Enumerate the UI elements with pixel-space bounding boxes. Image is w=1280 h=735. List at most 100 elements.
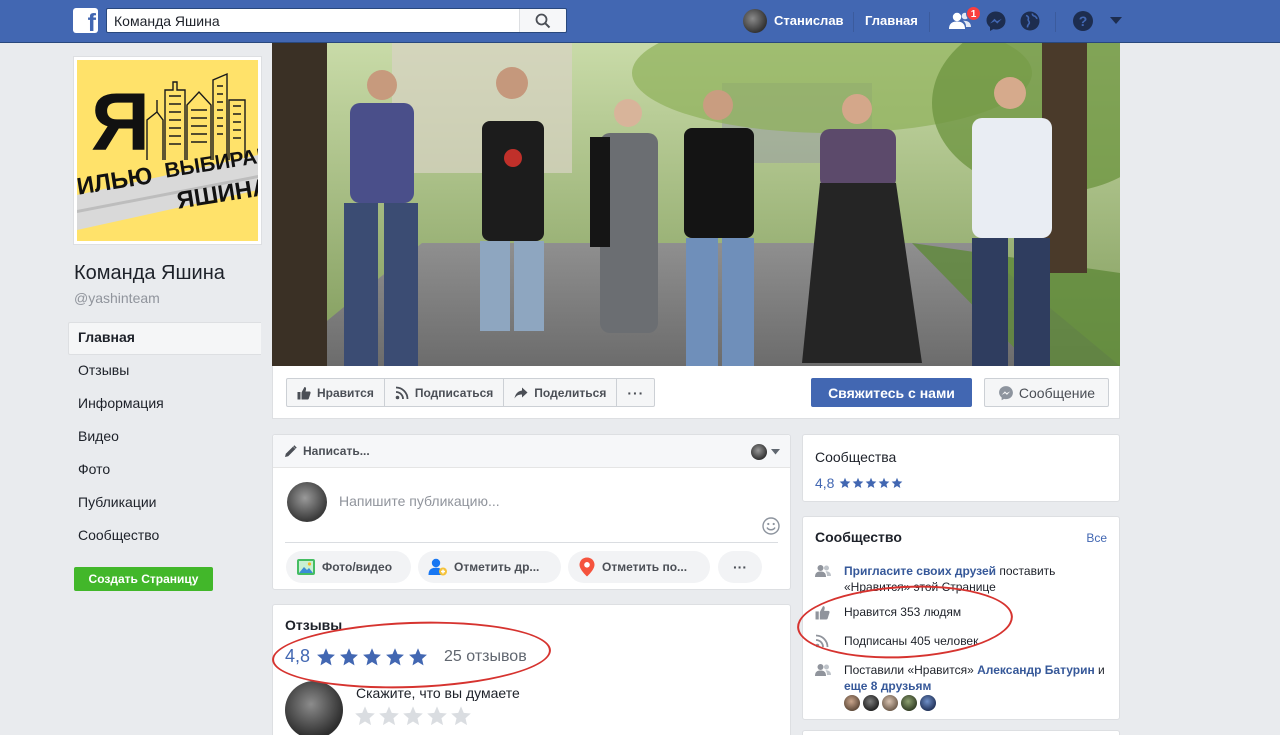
nav-item-about[interactable]: Информация xyxy=(68,388,261,421)
messenger-icon xyxy=(986,11,1006,31)
reviews-title[interactable]: Отзывы xyxy=(285,617,342,633)
more-actions-button[interactable]: ··· xyxy=(617,379,654,406)
help-icon: ? xyxy=(1073,11,1093,31)
share-button[interactable]: Поделиться xyxy=(504,379,618,406)
nav-divider xyxy=(929,12,930,32)
star-icon xyxy=(866,477,877,488)
more-friends-link[interactable]: еще 8 друзьям xyxy=(844,679,931,693)
chevron-down-icon xyxy=(1110,17,1122,24)
likes-count: Нравится 353 людям xyxy=(844,605,962,619)
like-button[interactable]: Нравится xyxy=(287,379,385,406)
emoji-button[interactable] xyxy=(762,517,780,538)
composer-more-button[interactable]: ··· xyxy=(718,551,762,583)
star-icon xyxy=(340,647,358,665)
search-button[interactable] xyxy=(519,9,566,32)
rss-icon xyxy=(395,386,409,399)
tag-friends-icon xyxy=(428,558,447,576)
home-link[interactable]: Главная xyxy=(865,13,918,28)
contact-us-button[interactable]: Свяжитесь с нами xyxy=(811,378,972,407)
friend-avatar[interactable] xyxy=(901,695,917,711)
people-icon xyxy=(815,664,831,676)
star-icon xyxy=(892,477,903,488)
composer-avatar xyxy=(287,482,327,522)
logo-letter: Я xyxy=(91,77,150,168)
rate-stars-input[interactable] xyxy=(354,705,472,727)
cover-photo[interactable] xyxy=(272,43,1120,366)
nav-item-reviews[interactable]: Отзывы xyxy=(68,355,261,388)
account-menu-button[interactable] xyxy=(1103,8,1129,34)
empty-star-icon[interactable] xyxy=(426,705,448,727)
search-value: Команда Яшина xyxy=(114,13,220,29)
followers-count: Подписаны 405 человек xyxy=(844,634,979,648)
review-count[interactable]: 25 отзывов xyxy=(444,648,527,666)
help-button[interactable]: ? xyxy=(1070,8,1096,34)
community-card: Сообщество Все Пригласите своих друзей п… xyxy=(802,516,1120,720)
photo-video-button[interactable]: Фото/видео xyxy=(286,551,411,583)
page-handle[interactable]: @yashinteam xyxy=(74,290,160,306)
create-page-button[interactable]: Создать Страницу xyxy=(74,567,213,591)
empty-star-icon[interactable] xyxy=(354,705,376,727)
friend-avatar[interactable] xyxy=(882,695,898,711)
community-title: Сообщество xyxy=(815,529,902,545)
nav-item-photos[interactable]: Фото xyxy=(68,454,261,487)
thumbs-up-icon xyxy=(815,606,830,620)
star-icon xyxy=(840,477,851,488)
nav-item-community[interactable]: Сообщество xyxy=(68,520,261,553)
tag-friends-button[interactable]: Отметить др... xyxy=(418,551,561,583)
friend-avatar[interactable] xyxy=(863,695,879,711)
search-input[interactable]: Команда Яшина xyxy=(106,8,567,33)
nav-item-posts[interactable]: Публикации xyxy=(68,487,261,520)
likes-row: Нравится 353 людям xyxy=(815,604,1107,620)
write-post-tab[interactable]: Написать... xyxy=(303,444,370,458)
followers-row: Подписаны 405 человек xyxy=(815,633,1107,649)
star-icon xyxy=(363,647,381,665)
messenger-icon xyxy=(998,385,1013,400)
post-as-selector[interactable] xyxy=(751,444,780,460)
empty-star-icon[interactable] xyxy=(402,705,424,727)
star-icon xyxy=(879,477,890,488)
page-action-bar: Нравится Подписаться Поделиться ··· Свяж… xyxy=(272,366,1120,419)
nav-item-videos[interactable]: Видео xyxy=(68,421,261,454)
review-prompt: Скажите, что вы думаете xyxy=(356,685,520,701)
share-arrow-icon xyxy=(514,387,528,398)
reviews-rating[interactable]: 4,8 25 отзывов xyxy=(285,646,527,667)
notification-badge: 1 xyxy=(966,6,981,21)
friend-name-link[interactable]: Александр Батурин xyxy=(977,663,1095,677)
user-avatar[interactable] xyxy=(743,9,767,33)
nav-divider xyxy=(853,12,854,32)
page-profile-picture[interactable]: Я ВЫБИРАЮ ИЛЬЮ ЯШИНА xyxy=(73,56,262,245)
communities-stars xyxy=(839,477,903,489)
friend-avatar[interactable] xyxy=(920,695,936,711)
next-sidebar-card xyxy=(802,730,1120,735)
page-navigation: Главная Отзывы Информация Видео Фото Пуб… xyxy=(68,322,261,553)
reviews-card: Отзывы 4,8 25 отзывов Скажите, что вы ду… xyxy=(272,604,791,735)
communities-rating[interactable]: 4,8 xyxy=(815,475,903,491)
user-name-link[interactable]: Станислав xyxy=(774,13,844,28)
facebook-logo[interactable]: f xyxy=(73,8,98,33)
friends-liked-prefix: Поставили «Нравится» xyxy=(844,663,978,677)
post-text-input[interactable]: Напишите публикацию... xyxy=(339,493,500,509)
notifications-button[interactable] xyxy=(1017,8,1043,34)
empty-star-icon[interactable] xyxy=(450,705,472,727)
see-all-link[interactable]: Все xyxy=(1086,531,1107,545)
communities-title: Сообщества xyxy=(815,449,897,465)
team-logo: Я ВЫБИРАЮ ИЛЬЮ ЯШИНА xyxy=(77,60,258,241)
globe-icon xyxy=(1020,11,1040,31)
send-message-button[interactable]: Сообщение xyxy=(984,378,1109,407)
smiley-icon xyxy=(762,517,780,535)
friend-avatar[interactable] xyxy=(844,695,860,711)
messenger-button[interactable] xyxy=(983,8,1009,34)
page-action-buttons: Нравится Подписаться Поделиться ··· xyxy=(286,378,656,407)
invite-friends-link[interactable]: Пригласите своих друзей xyxy=(844,564,996,578)
friends-liked-row: Поставили «Нравится» Александр Батурин и… xyxy=(815,662,1107,694)
post-as-avatar xyxy=(751,444,767,460)
follow-button[interactable]: Подписаться xyxy=(385,379,505,406)
reviewer-avatar xyxy=(285,681,343,735)
nav-item-home[interactable]: Главная xyxy=(68,322,261,355)
empty-star-icon[interactable] xyxy=(378,705,400,727)
star-icon xyxy=(317,647,335,665)
check-in-button[interactable]: Отметить по... xyxy=(568,551,710,583)
friend-avatars xyxy=(844,695,936,711)
star-icon xyxy=(409,647,427,665)
photo-icon xyxy=(297,559,315,575)
